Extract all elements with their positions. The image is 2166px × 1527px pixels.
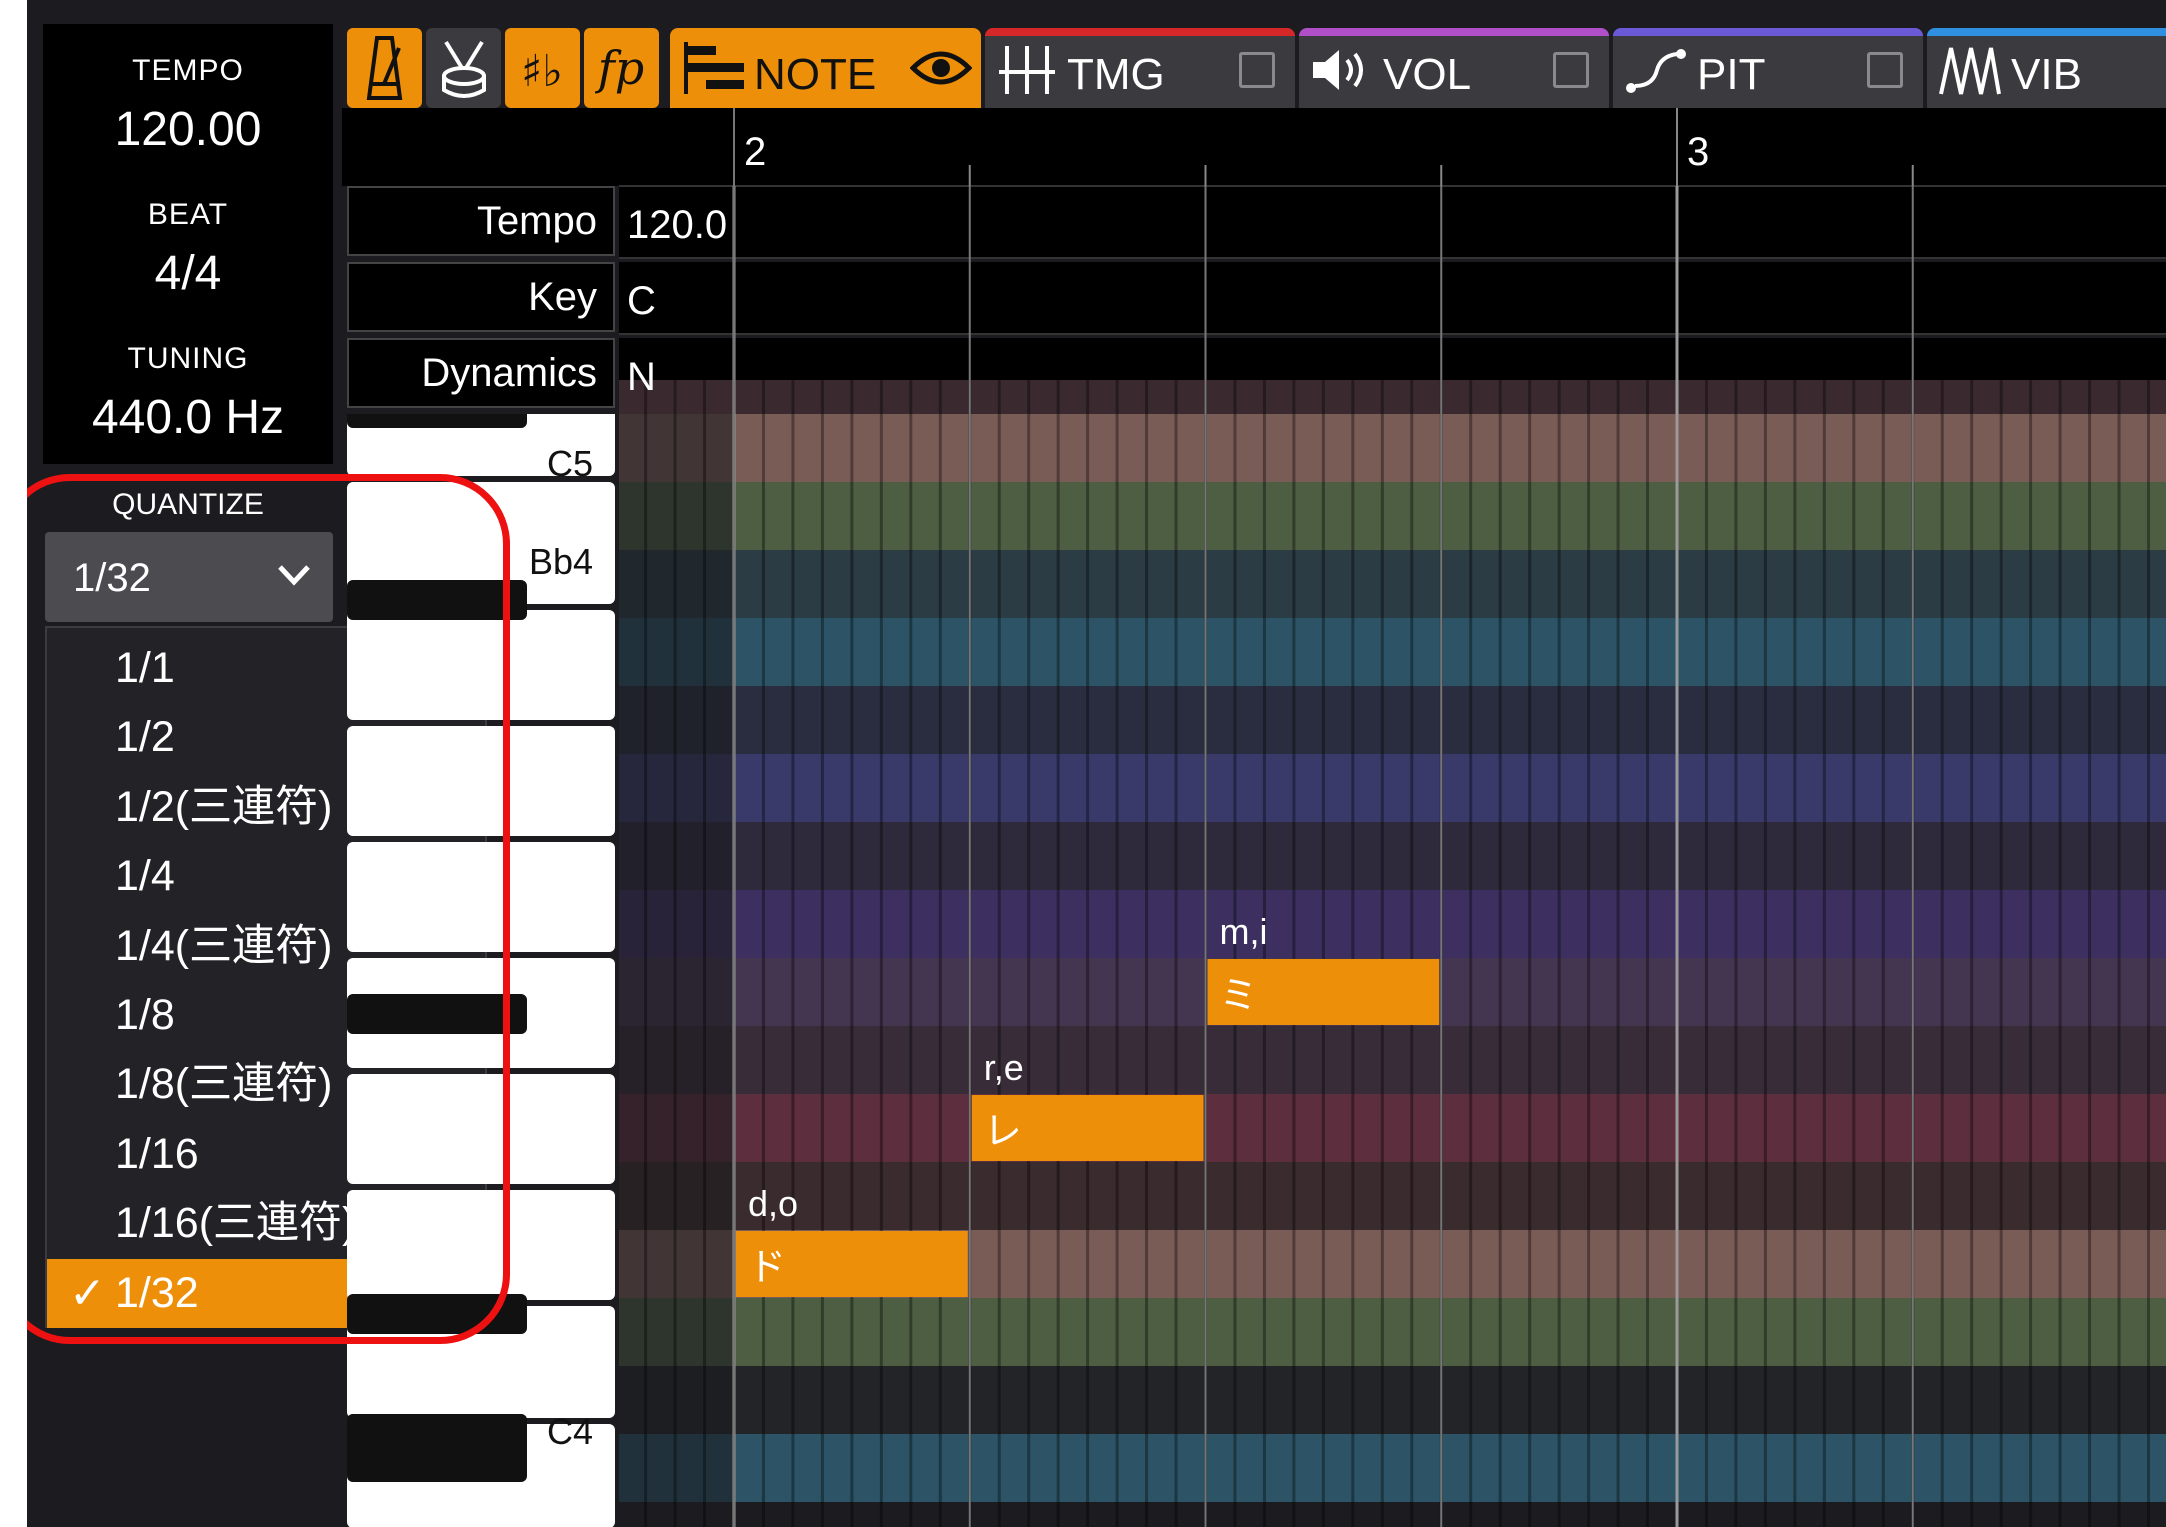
piano-key-label: C4 (547, 1411, 593, 1452)
piano-white-key[interactable] (347, 726, 615, 836)
piano-black-key[interactable] (347, 1294, 527, 1334)
piano-black-key[interactable] (347, 414, 527, 428)
piano-key-label: C5 (547, 443, 593, 484)
param-lane[interactable] (619, 186, 2166, 258)
note-text: レ (984, 1109, 1022, 1153)
piano-white-key[interactable] (347, 842, 615, 952)
piano-keys-svg[interactable]: C5 Bb4 C4 (347, 414, 619, 1527)
param-lane[interactable] (619, 262, 2166, 334)
app-window: TEMPO 120.00 BEAT 4/4 TUNING 440.0 Hz QU… (27, 0, 2166, 1527)
param-label-dynamics: Dynamics (347, 338, 615, 408)
param-value[interactable]: C (627, 279, 656, 323)
piano-keyboard[interactable]: C5 Bb4 C4 (347, 414, 619, 1527)
param-label-tempo: Tempo (347, 186, 615, 256)
note-text: ド (748, 1245, 786, 1289)
measure-number: 3 (1687, 130, 1709, 174)
piano-white-key[interactable] (347, 1074, 615, 1184)
param-value[interactable]: 120.0 (627, 203, 727, 247)
piano-white-key[interactable] (347, 1190, 615, 1300)
note-lyric-label: m,i (1220, 911, 1268, 952)
note-lyric-label: d,o (748, 1183, 798, 1224)
piano-white-key[interactable] (347, 610, 615, 720)
timeline-ruler[interactable] (342, 108, 2166, 186)
piano-black-key[interactable] (347, 580, 527, 620)
note-text: ミ (1220, 973, 1258, 1017)
note-lyric-label: r,e (984, 1047, 1024, 1088)
param-label-key: Key (347, 262, 615, 332)
param-value[interactable]: N (627, 355, 656, 399)
measure-number: 2 (744, 130, 766, 174)
piano-black-key[interactable] (347, 1414, 527, 1482)
piano-black-key[interactable] (347, 994, 527, 1034)
piano-key-label: Bb4 (529, 541, 593, 582)
